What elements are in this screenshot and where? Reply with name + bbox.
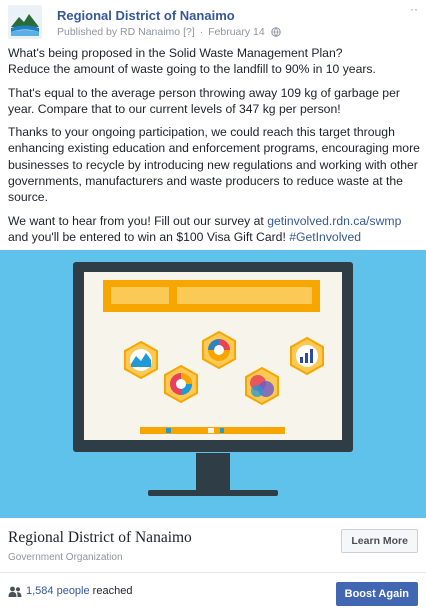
people-icon [8,585,22,603]
link-preview[interactable]: Regional District of Nanaimo Government … [0,518,426,570]
donut-hexagon-icon [202,330,236,370]
bar-chart-hexagon-icon [290,336,324,376]
reach-count-link[interactable]: 1,584 people [26,585,90,597]
post-meta: Published by RD Nanaimo [?] · February 1… [57,26,281,40]
computer-monitor-illustration [0,250,426,518]
post-header: Regional District of Nanaimo Published b… [8,3,421,40]
survey-link[interactable]: getinvolved.rdn.ca/swmp [267,214,401,228]
pie-hexagon-icon [164,364,198,404]
more-options-icon[interactable]: ·· [407,3,421,17]
learn-more-button[interactable]: Learn More [341,529,418,553]
post-date[interactable]: February 14 [208,26,265,38]
post-image[interactable] [0,250,426,518]
reach-label: reached [89,585,133,597]
post-paragraph: Thanks to your ongoing participation, we… [8,125,420,205]
facebook-post: Regional District of Nanaimo Published b… [0,0,426,609]
chart-hexagon-icon [124,340,158,380]
publisher-info-marker[interactable]: [?] [183,26,195,38]
preview-org-type: Government Organization [8,552,123,563]
hashtag-link[interactable]: #GetInvolved [289,230,361,244]
published-by: Published by RD Nanaimo [57,26,181,38]
post-footer: 1,584 people reached Boost Again [0,578,426,609]
post-paragraph: That's equal to the average person throw… [8,85,400,116]
globe-icon [270,27,281,40]
page-name-link[interactable]: Regional District of Nanaimo [57,8,235,23]
meta-separator: · [199,26,204,38]
boost-again-button[interactable]: Boost Again [335,582,418,606]
post-message: What's being proposed in the Solid Waste… [8,45,420,252]
divider [0,572,426,573]
venn-hexagon-icon [245,366,279,406]
preview-org-name[interactable]: Regional District of Nanaimo [8,529,192,547]
reach-stat: 1,584 people reached [26,585,132,597]
page-logo[interactable] [8,5,42,39]
post-paragraph: What's being proposed in the Solid Waste… [8,46,376,77]
post-paragraph: We want to hear from you! Fill out our s… [8,213,402,244]
